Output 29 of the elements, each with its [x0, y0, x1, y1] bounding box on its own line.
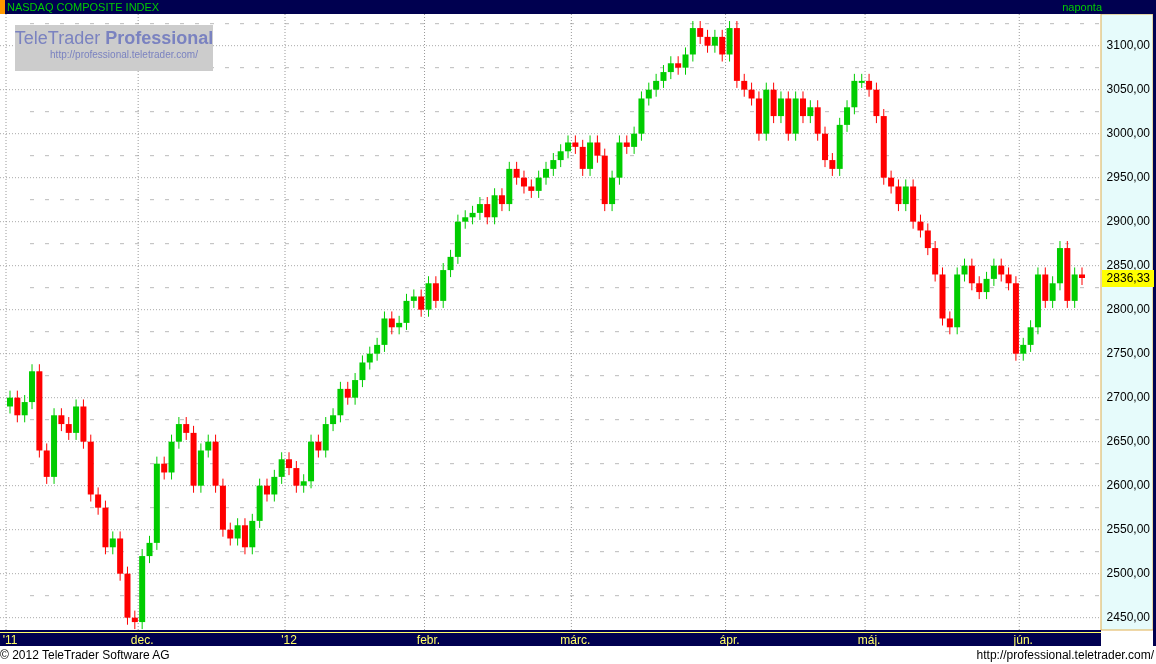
axis-label: márc.: [560, 633, 591, 646]
axis-label: 2600,00: [1106, 477, 1150, 492]
footer-url: http://professional.teletrader.com/: [976, 647, 1154, 664]
copyright-text: © 2012 TeleTrader Software AG: [0, 647, 170, 664]
axis-label: febr.: [416, 633, 441, 646]
chart-title: NASDAQ COMPOSITE INDEX: [7, 0, 160, 14]
axis-label: 2850,00: [1106, 257, 1150, 272]
axis-label: máj.: [857, 633, 881, 646]
axis-label: 2500,00: [1106, 565, 1150, 580]
axis-label: 2700,00: [1106, 389, 1150, 404]
axis-label: 2650,00: [1106, 433, 1150, 448]
axis-label: 2750,00: [1106, 345, 1150, 360]
axis-label: 3000,00: [1106, 125, 1150, 140]
axis-label: 2950,00: [1106, 169, 1150, 184]
axis-label: '12: [281, 633, 297, 646]
axis-label: 3100,00: [1106, 37, 1150, 52]
interval-label: naponta: [1062, 0, 1102, 14]
axis-label: jún.: [1013, 633, 1033, 646]
axis-label: 2800,00: [1106, 301, 1150, 316]
last-price-badge: 2836,33: [1102, 270, 1154, 287]
axis-label: '11: [2, 633, 18, 646]
axis-label: ápr.: [719, 633, 740, 646]
logo-url: http://professional.teletrader.com/: [50, 48, 198, 62]
axis-label: 3050,00: [1106, 81, 1150, 96]
axis-label: 2550,00: [1106, 521, 1150, 536]
axis-label: 2900,00: [1106, 213, 1150, 228]
axis-label: dec.: [130, 633, 154, 646]
axis-label: 2450,00: [1106, 609, 1150, 624]
logo-text: TeleTrader Professional: [14, 28, 214, 48]
